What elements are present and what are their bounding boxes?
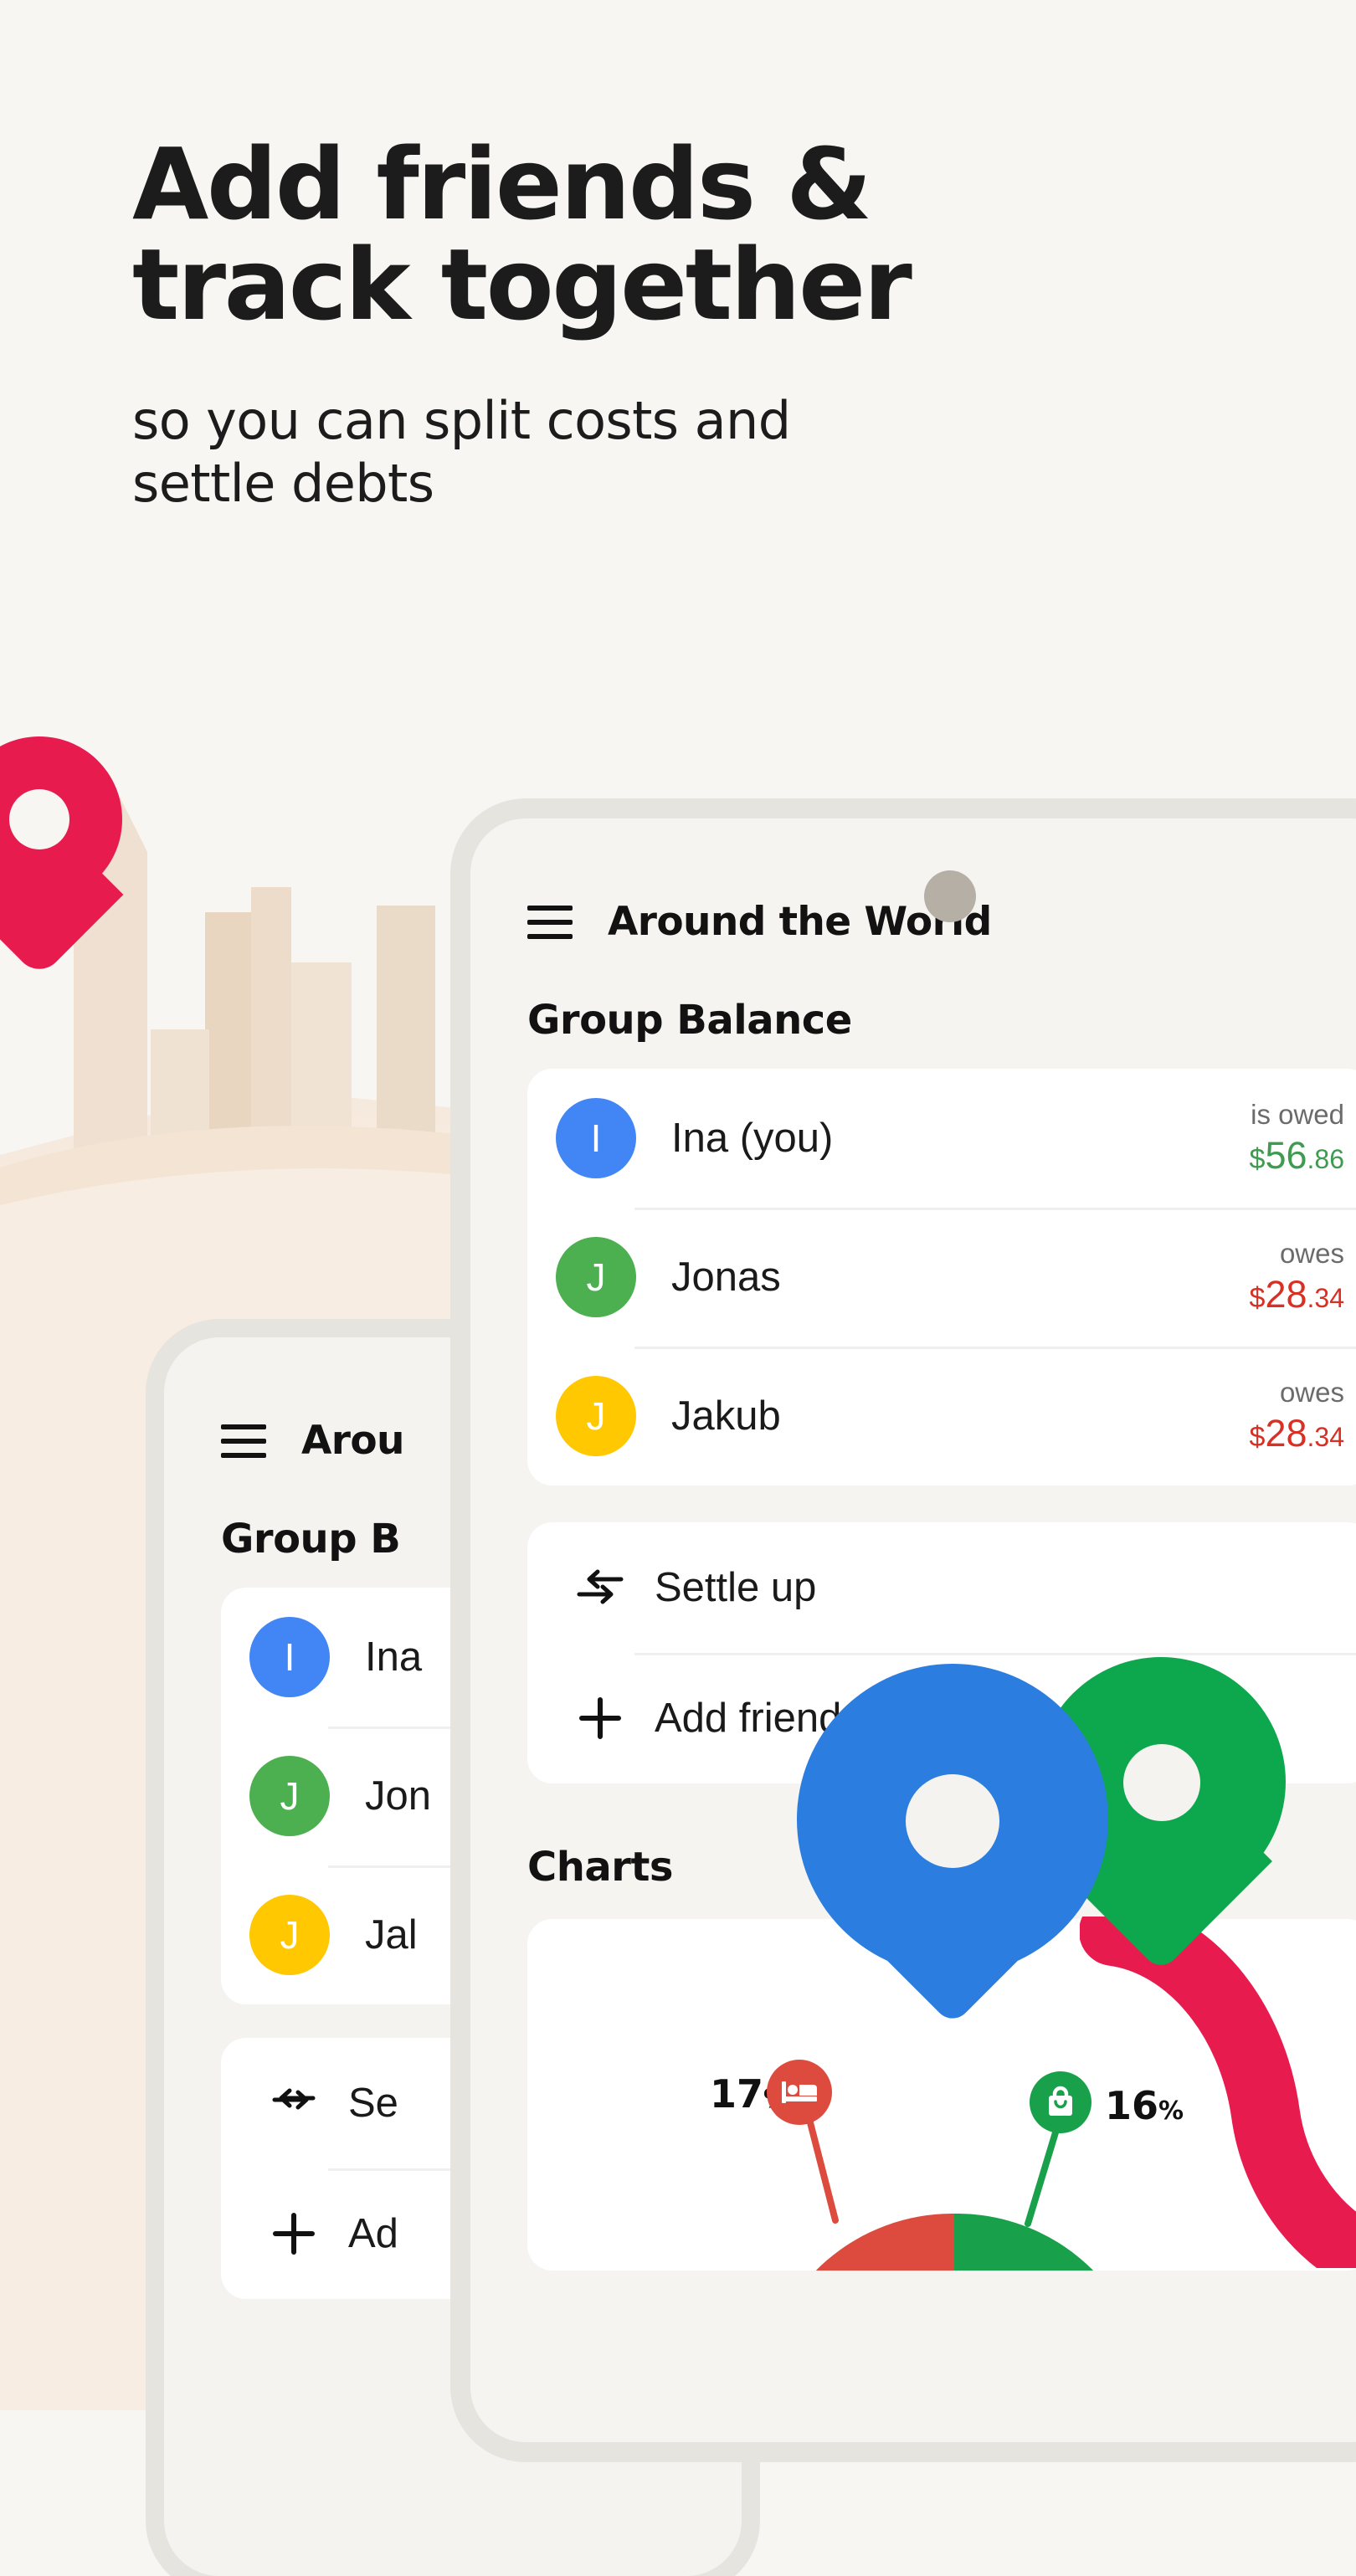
avatar: J bbox=[249, 1756, 330, 1836]
app-bar-front: Around the World bbox=[470, 818, 1356, 945]
avatar: J bbox=[249, 1895, 330, 1975]
amount-cents: .34 bbox=[1307, 1421, 1344, 1452]
plus-icon bbox=[564, 1694, 636, 1742]
app-title-back: Arou bbox=[301, 1418, 405, 1464]
add-friends-label: Ad bbox=[348, 2211, 398, 2256]
balance-value: $28.34 bbox=[1250, 1271, 1344, 1318]
table-row[interactable]: J Jonas owes $28.34 bbox=[527, 1208, 1356, 1347]
table-row[interactable]: I Ina (you) is owed $56.86 bbox=[527, 1069, 1356, 1208]
settle-up-label: Settle up bbox=[655, 1565, 817, 1610]
balance-value: $28.34 bbox=[1250, 1410, 1344, 1457]
settle-swap-arrows-icon bbox=[564, 1566, 636, 1609]
hamburger-icon[interactable] bbox=[527, 905, 573, 939]
avatar: J bbox=[556, 1376, 636, 1456]
member-name: Jon bbox=[365, 1773, 432, 1819]
hamburger-icon[interactable] bbox=[221, 1424, 266, 1458]
currency-symbol: $ bbox=[1249, 1281, 1266, 1314]
hero-text-block: Add friends & track together so you can … bbox=[132, 134, 1220, 516]
amount-whole: 28 bbox=[1265, 1411, 1307, 1455]
settle-up-label: Se bbox=[348, 2081, 398, 2126]
pin-crimson-large-icon bbox=[0, 736, 124, 988]
currency-symbol: $ bbox=[1249, 1142, 1266, 1175]
bed-icon bbox=[782, 2081, 817, 2103]
bed-icon-bubble bbox=[767, 2060, 832, 2125]
member-name: Ina (you) bbox=[671, 1116, 834, 1161]
section-title-group-balance: Group Balance bbox=[527, 997, 852, 1044]
amount-cents: .86 bbox=[1307, 1143, 1344, 1174]
balance-status: owes bbox=[1279, 1377, 1344, 1409]
balance-value: $56.86 bbox=[1250, 1132, 1344, 1179]
pin-hole bbox=[906, 1774, 999, 1868]
pin-hole bbox=[9, 789, 69, 849]
member-name: Ina bbox=[365, 1634, 423, 1680]
page-subtitle: so you can split costs and settle debts bbox=[132, 389, 791, 515]
pin-hole bbox=[1123, 1744, 1200, 1821]
page-title: Add friends & track together bbox=[132, 126, 912, 343]
swoosh-crimson-icon bbox=[1080, 1917, 1356, 2268]
balance-amount: owes $28.34 bbox=[1250, 1236, 1344, 1318]
member-name: Jakub bbox=[671, 1393, 781, 1439]
amount-whole: 28 bbox=[1265, 1272, 1307, 1316]
avatar: I bbox=[249, 1617, 330, 1697]
currency-symbol: $ bbox=[1249, 1420, 1266, 1453]
settle-swap-arrows-icon bbox=[258, 2083, 330, 2123]
amount-cents: .34 bbox=[1307, 1282, 1344, 1313]
avatar: I bbox=[556, 1098, 636, 1178]
balance-amount: owes $28.34 bbox=[1250, 1375, 1344, 1457]
settle-up-button[interactable]: Settle up bbox=[527, 1522, 1356, 1653]
balance-status: owes bbox=[1279, 1238, 1344, 1270]
camera-dot bbox=[924, 870, 976, 922]
amount-whole: 56 bbox=[1265, 1133, 1307, 1177]
balance-status: is owed bbox=[1251, 1099, 1344, 1131]
plus-icon bbox=[258, 2210, 330, 2257]
pin-blue-icon bbox=[797, 1664, 1108, 2026]
group-balance-card: I Ina (you) is owed $56.86 J Jonas owes … bbox=[527, 1069, 1356, 1486]
member-name: Jonas bbox=[671, 1255, 781, 1300]
member-name: Jal bbox=[365, 1912, 418, 1958]
shopping-bag-icon bbox=[1049, 2086, 1072, 2116]
balance-amount: is owed $56.86 bbox=[1250, 1097, 1344, 1179]
avatar: J bbox=[556, 1237, 636, 1317]
table-row[interactable]: J Jakub owes $28.34 bbox=[527, 1347, 1356, 1486]
